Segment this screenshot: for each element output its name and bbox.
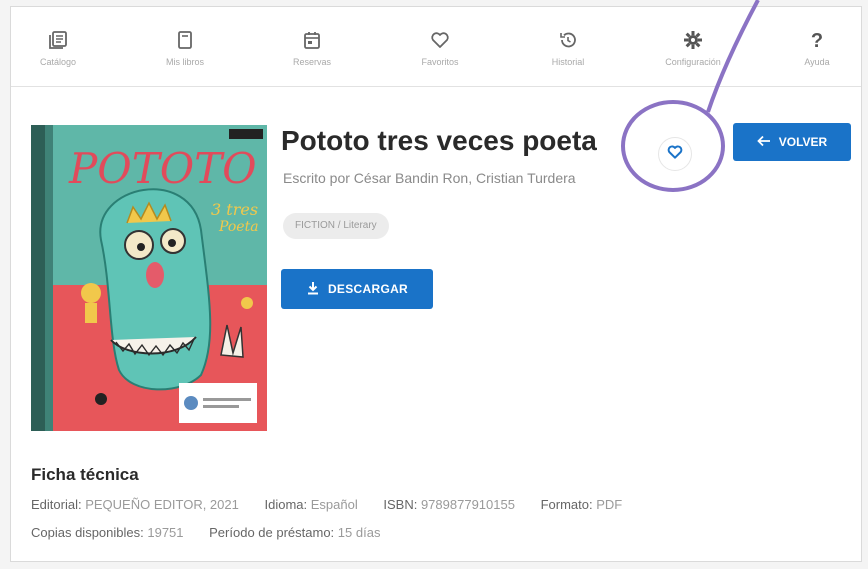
nav-item-reservas[interactable]: Reservas — [267, 29, 357, 67]
book-title: Pototo tres veces poeta — [281, 125, 597, 156]
idioma-key: Idioma: — [264, 497, 308, 512]
download-button[interactable]: DESCARGAR — [281, 269, 433, 309]
nav-item-favoritos[interactable]: Favoritos — [395, 29, 485, 67]
nav-label: Catálogo — [39, 57, 77, 67]
copias-item: Copias disponibles: 19751 — [31, 525, 184, 540]
back-button[interactable]: VOLVER — [733, 123, 851, 161]
catalog-icon — [13, 29, 103, 53]
back-label: VOLVER — [778, 135, 828, 149]
book-cover: POTOTO 3 tres Poeta — [31, 125, 267, 431]
download-icon — [306, 281, 320, 298]
cover-subtitle-2: Poeta — [218, 219, 259, 235]
ficha-tecnica-title: Ficha técnica — [31, 465, 139, 484]
ficha-row-2: Copias disponibles: 19751 Período de pré… — [31, 525, 402, 540]
cover-title: POTOTO — [68, 144, 257, 193]
idioma-item: Idioma: Español — [264, 497, 357, 512]
isbn-item: ISBN: 9789877910155 — [383, 497, 515, 512]
arrow-left-icon — [756, 135, 771, 150]
periodo-key: Período de préstamo: — [209, 525, 335, 540]
question-icon: ? — [810, 30, 824, 52]
book-authors: Escrito por César Bandin Ron, Cristian T… — [283, 170, 576, 186]
nav-item-mis-libros[interactable]: Mis libros — [140, 29, 230, 67]
copias-key: Copias disponibles: — [31, 525, 144, 540]
copias-value: 19751 — [147, 525, 184, 540]
top-navigation: Catálogo Mis libros Reservas Favoritos H… — [11, 7, 861, 87]
formato-value: PDF — [596, 497, 623, 512]
book-icon — [140, 29, 230, 53]
calendar-icon — [267, 29, 357, 53]
editorial-item: Editorial: PEQUEÑO EDITOR, 2021 — [31, 497, 239, 512]
formato-item: Formato: PDF — [541, 497, 623, 512]
heart-icon — [395, 29, 485, 53]
nav-label: Reservas — [292, 57, 331, 67]
periodo-item: Período de préstamo: 15 días — [209, 525, 380, 540]
genre-chip[interactable]: FICTION / Literary — [283, 213, 389, 239]
nav-label: Configuración — [665, 57, 721, 67]
nav-item-configuracion[interactable]: Configuración — [648, 29, 738, 67]
editorial-key: Editorial: — [31, 497, 82, 512]
nav-item-historial[interactable]: Historial — [523, 29, 613, 67]
nav-label: Historial — [551, 57, 585, 67]
idioma-value: Español — [310, 497, 358, 512]
nav-label: Ayuda — [804, 57, 830, 67]
formato-key: Formato: — [540, 497, 593, 512]
favorite-button[interactable] — [658, 137, 692, 171]
download-label: DESCARGAR — [327, 282, 409, 296]
app-frame: Catálogo Mis libros Reservas Favoritos H… — [10, 6, 862, 562]
isbn-value: 9789877910155 — [420, 497, 515, 512]
history-icon — [523, 29, 613, 53]
gear-icon — [648, 29, 738, 53]
isbn-key: ISBN: — [383, 497, 418, 512]
editorial-value: PEQUEÑO EDITOR, 2021 — [85, 497, 239, 512]
heart-icon — [666, 143, 684, 166]
nav-label: Mis libros — [165, 57, 204, 67]
cover-subtitle-1: 3 tres — [211, 200, 258, 219]
nav-item-ayuda[interactable]: ? Ayuda — [772, 29, 862, 67]
nav-item-catalogo[interactable]: Catálogo — [13, 29, 103, 67]
periodo-value: 15 días — [337, 525, 381, 540]
ficha-row-1: Editorial: PEQUEÑO EDITOR, 2021 Idioma: … — [31, 497, 644, 512]
nav-label: Favoritos — [421, 57, 459, 67]
book-cover-illustration: POTOTO 3 tres Poeta — [31, 125, 267, 431]
